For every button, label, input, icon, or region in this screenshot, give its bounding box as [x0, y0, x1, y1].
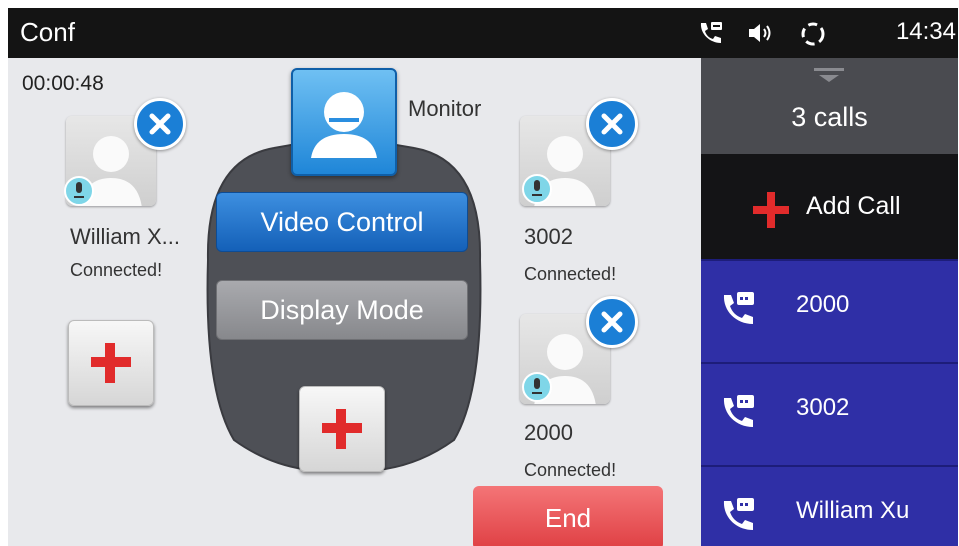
participant-name: 2000 — [524, 420, 573, 445]
plus-icon — [753, 192, 789, 228]
add-call-label: Add Call — [806, 192, 901, 220]
sync-icon — [798, 19, 828, 54]
close-icon — [601, 113, 623, 135]
call-icon — [723, 498, 754, 530]
call-icon — [723, 395, 754, 427]
end-call-button[interactable]: End — [473, 486, 663, 546]
call-icon — [723, 292, 754, 324]
close-icon — [149, 113, 171, 135]
call-sidebar: 3 calls Add Call 2000 3002 William Xu — [701, 58, 958, 546]
participant-name: William X... — [70, 224, 180, 249]
monitor-button[interactable] — [291, 68, 397, 176]
screen-title: Conf — [20, 17, 75, 47]
call-label: 2000 — [796, 291, 850, 318]
remove-participant-button[interactable] — [134, 98, 186, 150]
plus-icon — [322, 409, 362, 449]
mic-icon — [522, 174, 552, 204]
remove-participant-button[interactable] — [586, 296, 638, 348]
calls-count: 3 calls — [791, 102, 868, 132]
close-icon — [601, 311, 623, 333]
call-label: 3002 — [796, 394, 850, 421]
add-participant-button[interactable] — [299, 386, 385, 472]
call-list-item[interactable]: 2000 — [701, 259, 958, 362]
display-mode-button[interactable]: Display Mode — [216, 280, 468, 340]
call-forward-icon — [696, 20, 724, 51]
call-label: William Xu — [796, 497, 910, 524]
participant-status: Connected! — [524, 460, 617, 480]
participant-name: 3002 — [524, 224, 573, 249]
monitor-label: Monitor — [408, 96, 482, 121]
add-call-button[interactable]: Add Call — [701, 154, 958, 259]
plus-icon — [91, 343, 131, 383]
sidebar-handle[interactable]: 3 calls — [701, 58, 958, 154]
status-bar: Conf 14:34 — [8, 8, 958, 58]
clock: 14:34 — [895, 18, 956, 45]
call-list-item[interactable]: 3002 — [701, 362, 958, 465]
call-timer: 00:00:48 — [22, 72, 104, 95]
conference-screen: Conf 14:34 00:00:48 Monitor Video Contro… — [8, 8, 958, 546]
mic-icon — [522, 372, 552, 402]
video-control-button[interactable]: Video Control — [216, 192, 468, 252]
add-participant-button[interactable] — [68, 320, 154, 406]
participant-status: Connected! — [70, 260, 163, 280]
participant-status: Connected! — [524, 264, 617, 284]
drag-handle-icon — [814, 68, 844, 82]
user-icon — [311, 92, 377, 158]
remove-participant-button[interactable] — [586, 98, 638, 150]
call-list-item[interactable]: William Xu — [701, 465, 958, 546]
mic-icon — [64, 176, 94, 206]
volume-icon — [746, 20, 776, 51]
conference-area: 00:00:48 Monitor Video Control Display M… — [8, 58, 701, 546]
